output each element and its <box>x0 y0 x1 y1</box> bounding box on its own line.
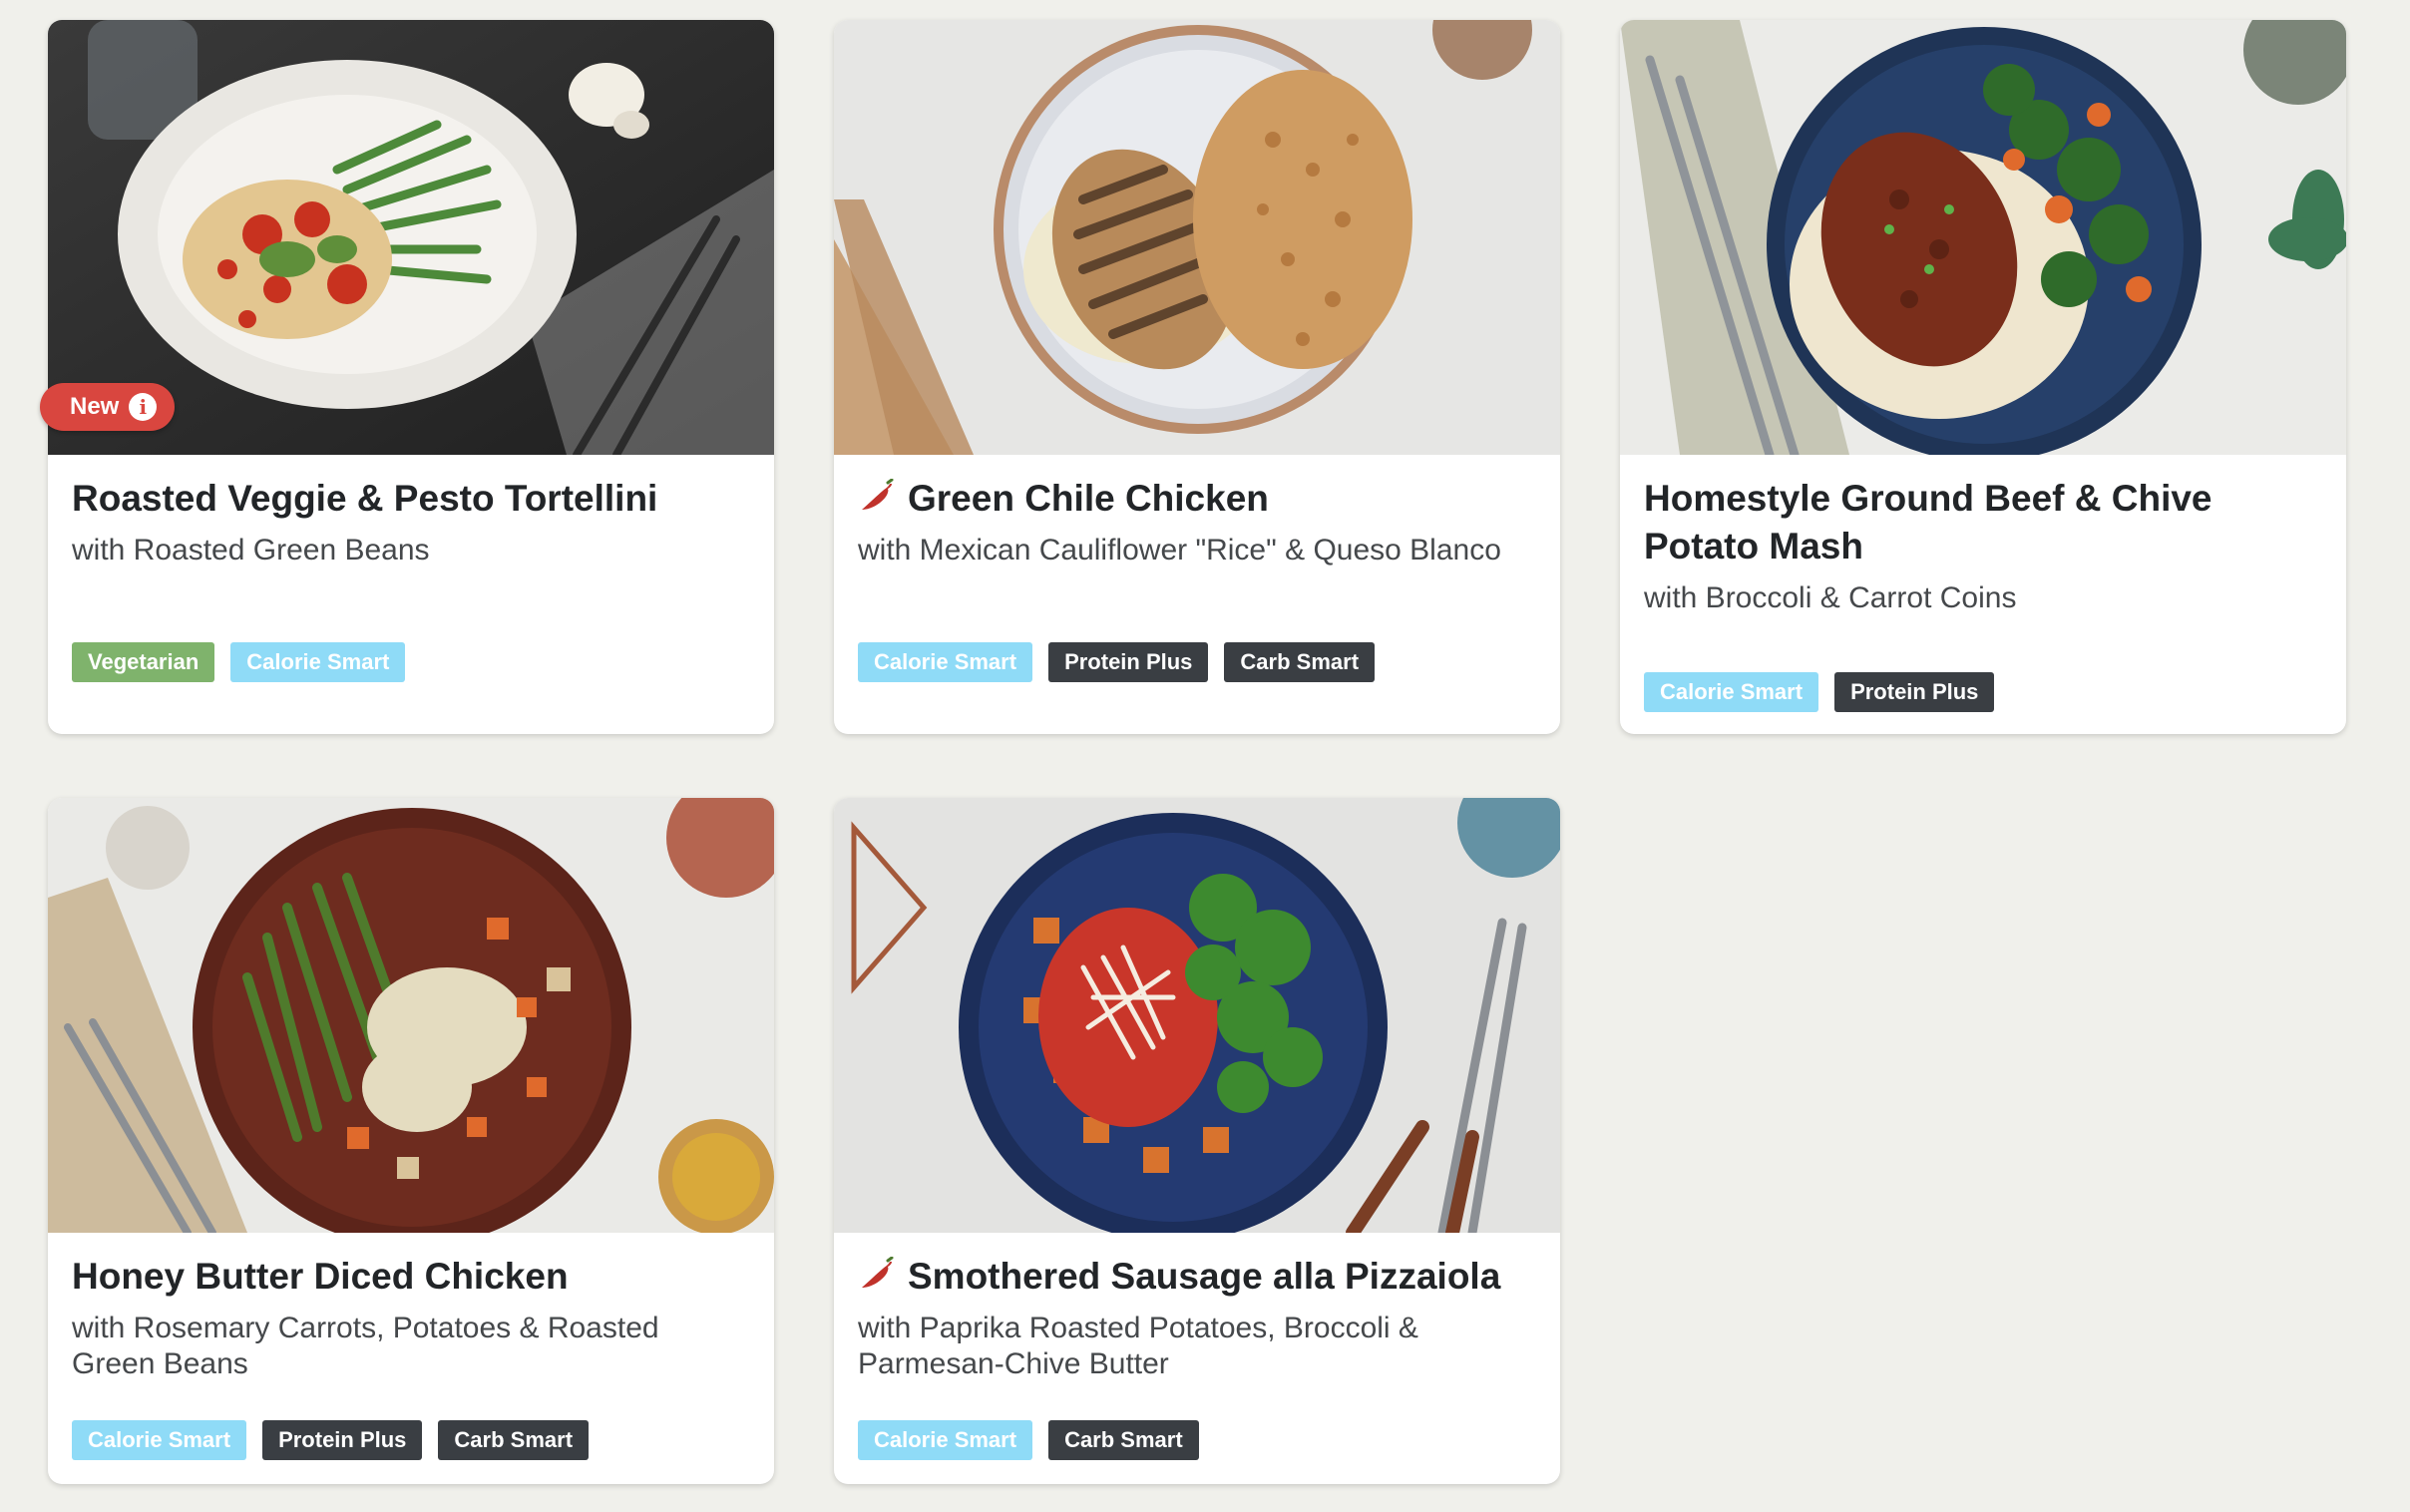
recipe-card-green-chile-chicken[interactable]: Green Chile Chicken with Mexican Caulifl… <box>834 20 1560 734</box>
tag-carb-smart: Carb Smart <box>438 1420 590 1460</box>
recipe-title[interactable]: Homestyle Ground Beef & Chive Potato Mas… <box>1644 475 2322 570</box>
recipe-subtitle: with Paprika Roasted Potatoes, Broccoli … <box>858 1312 1418 1380</box>
info-icon[interactable]: i <box>129 393 158 421</box>
new-badge-label: New <box>70 393 120 420</box>
recipe-card-honey-butter-diced-chicken[interactable]: Honey Butter Diced Chicken with Rosemary… <box>48 798 774 1484</box>
recipe-tags: Calorie Smart Protein Plus Carb Smart <box>72 1420 590 1460</box>
recipe-title[interactable]: Roasted Veggie & Pesto Tortellini <box>72 475 750 523</box>
tag-carb-smart: Carb Smart <box>1048 1420 1199 1460</box>
recipe-card-homestyle-ground-beef[interactable]: Homestyle Ground Beef & Chive Potato Mas… <box>1620 20 2346 734</box>
recipe-card-roasted-veggie-pesto-tortellini[interactable]: New i Roasted Veggie & Pesto Tortellini … <box>40 20 774 734</box>
ground-beef-plate-photo <box>1620 20 2346 455</box>
recipe-card-body: Roasted Veggie & Pesto Tortellini with R… <box>72 455 750 734</box>
recipe-title[interactable]: Green Chile Chicken <box>858 475 1536 523</box>
recipe-title[interactable]: Honey Butter Diced Chicken <box>72 1253 750 1301</box>
chili-pepper-icon <box>862 479 894 510</box>
tag-calorie-smart: Calorie Smart <box>72 1420 247 1460</box>
tag-calorie-smart: Calorie Smart <box>858 642 1033 682</box>
new-badge[interactable]: New i <box>40 383 176 431</box>
recipe-subtitle: with Rosemary Carrots, Potatoes & Roaste… <box>72 1312 659 1380</box>
recipe-subtitle: with Broccoli & Carrot Coins <box>1644 581 2017 614</box>
tag-protein-plus: Protein Plus <box>1834 672 1995 712</box>
recipe-card-body: Green Chile Chicken with Mexican Caulifl… <box>858 455 1536 734</box>
recipe-image[interactable] <box>1620 20 2346 455</box>
recipe-title-text: Homestyle Ground Beef & Chive Potato Mas… <box>1644 478 2212 567</box>
recipe-image[interactable] <box>48 798 774 1233</box>
recipe-card-body: Homestyle Ground Beef & Chive Potato Mas… <box>1644 455 2322 734</box>
recipe-card-body: Honey Butter Diced Chicken with Rosemary… <box>72 1233 750 1484</box>
recipe-title-text: Roasted Veggie & Pesto Tortellini <box>72 478 658 519</box>
honey-butter-chicken-plate-photo <box>48 798 774 1233</box>
recipe-tags: Calorie Smart Carb Smart <box>858 1420 1199 1460</box>
tag-calorie-smart: Calorie Smart <box>1644 672 1819 712</box>
recipe-grid: New i Roasted Veggie & Pesto Tortellini … <box>40 20 2346 1496</box>
tag-vegetarian: Vegetarian <box>72 642 215 682</box>
green-chile-chicken-plate-photo <box>834 20 1560 455</box>
recipe-title-text: Smothered Sausage alla Pizzaiola <box>908 1256 1501 1297</box>
tag-calorie-smart: Calorie Smart <box>858 1420 1033 1460</box>
chili-pepper-icon <box>862 1257 894 1288</box>
recipe-title-text: Green Chile Chicken <box>908 478 1269 519</box>
recipe-card-smothered-sausage-alla-pizzaiola[interactable]: Smothered Sausage alla Pizzaiola with Pa… <box>834 798 1560 1484</box>
tag-protein-plus: Protein Plus <box>1048 642 1209 682</box>
recipe-title[interactable]: Smothered Sausage alla Pizzaiola <box>858 1253 1536 1301</box>
recipe-card-body: Smothered Sausage alla Pizzaiola with Pa… <box>858 1233 1536 1484</box>
tag-carb-smart: Carb Smart <box>1224 642 1376 682</box>
sausage-pizzaiola-plate-photo <box>834 798 1560 1233</box>
recipe-image[interactable] <box>834 20 1560 455</box>
recipe-image[interactable] <box>834 798 1560 1233</box>
recipe-tags: Calorie Smart Protein Plus <box>1644 672 1995 712</box>
tag-calorie-smart: Calorie Smart <box>230 642 406 682</box>
recipe-tags: Vegetarian Calorie Smart <box>72 642 406 682</box>
recipe-subtitle: with Roasted Green Beans <box>72 534 430 567</box>
recipe-subtitle: with Mexican Cauliflower "Rice" & Queso … <box>858 534 1501 567</box>
recipe-title-text: Honey Butter Diced Chicken <box>72 1256 569 1297</box>
recipe-tags: Calorie Smart Protein Plus Carb Smart <box>858 642 1376 682</box>
tag-protein-plus: Protein Plus <box>262 1420 423 1460</box>
